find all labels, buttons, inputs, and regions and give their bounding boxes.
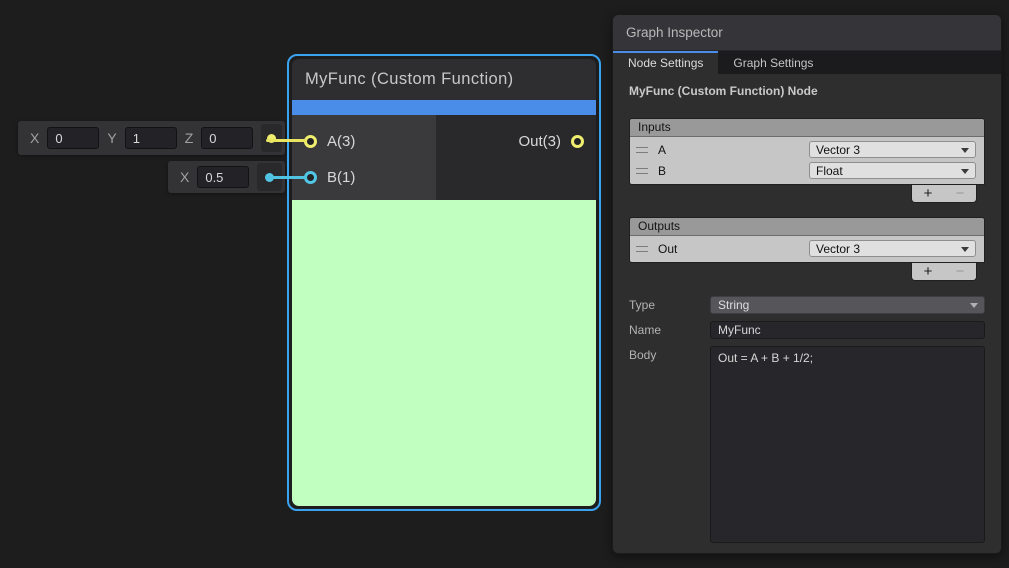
name-field[interactable] xyxy=(710,321,985,339)
body-field[interactable]: Out = A + B + 1/2; xyxy=(710,346,985,543)
custom-function-node[interactable]: MyFunc (Custom Function) A(3) B(1) xyxy=(287,54,601,511)
outputs-section: Outputs Out Vector 3 + xyxy=(629,217,985,281)
inspected-node-heading: MyFunc (Custom Function) Node xyxy=(629,84,985,98)
outputs-row-out[interactable]: Out Vector 3 xyxy=(630,238,984,259)
input-name: A xyxy=(658,143,666,157)
port-row-a: A(3) xyxy=(292,123,436,159)
x-axis-label: X xyxy=(30,130,39,146)
node-title-bar[interactable]: MyFunc (Custom Function) xyxy=(292,59,596,100)
remove-input-button[interactable]: − xyxy=(956,186,965,202)
input-port-a-label: A(3) xyxy=(327,133,355,150)
input-a-type-dropdown[interactable]: Vector 3 xyxy=(809,141,976,158)
type-row: Type String xyxy=(629,296,985,314)
edge-float-to-b[interactable] xyxy=(266,176,307,179)
drag-handle-icon[interactable] xyxy=(636,147,648,153)
function-properties: Type String Name Body Out = A + B + 1/2; xyxy=(629,296,985,543)
float-x-field[interactable] xyxy=(197,166,249,188)
tab-node-settings-label: Node Settings xyxy=(628,56,703,70)
body-label: Body xyxy=(629,346,710,543)
outputs-list-body: Out Vector 3 xyxy=(630,236,984,262)
inspector-tabs: Node Settings Graph Settings xyxy=(613,51,1001,74)
port-row-out: Out(3) xyxy=(436,123,596,159)
drag-handle-icon[interactable] xyxy=(636,168,648,174)
node-preview xyxy=(292,200,596,506)
body-row: Body Out = A + B + 1/2; xyxy=(629,346,985,543)
output-port-out-icon[interactable] xyxy=(571,135,584,148)
vector3-z-field[interactable] xyxy=(201,127,253,149)
input-b-type-value: Float xyxy=(816,164,843,178)
inputs-list-body: A Vector 3 B Float xyxy=(630,137,984,184)
name-label: Name xyxy=(629,321,710,339)
shader-graph-canvas[interactable]: X Y Z X MyFunc (Custom Function) xyxy=(0,0,1009,568)
remove-output-button[interactable]: − xyxy=(956,264,965,280)
inputs-row-b[interactable]: B Float xyxy=(630,160,984,181)
inputs-list-header: Inputs xyxy=(630,119,984,137)
add-output-button[interactable]: + xyxy=(924,264,933,280)
vector3-output-port[interactable] xyxy=(261,124,282,152)
inputs-list: Inputs A Vector 3 B xyxy=(629,118,985,185)
x-axis-label: X xyxy=(180,169,189,185)
type-value: String xyxy=(718,298,749,312)
output-ports: Out(3) xyxy=(436,115,596,200)
type-dropdown[interactable]: String xyxy=(710,296,985,314)
node-accent-bar xyxy=(292,100,596,115)
input-ports: A(3) B(1) xyxy=(292,115,436,200)
vector3-y-field[interactable] xyxy=(125,127,177,149)
type-label: Type xyxy=(629,296,710,314)
tab-graph-settings[interactable]: Graph Settings xyxy=(718,51,828,74)
chevron-down-icon xyxy=(961,247,969,252)
output-port-out-label: Out(3) xyxy=(518,133,561,150)
input-name: B xyxy=(658,164,666,178)
inputs-row-a[interactable]: A Vector 3 xyxy=(630,139,984,160)
output-out-type-dropdown[interactable]: Vector 3 xyxy=(809,240,976,257)
edge-vector3-to-a[interactable] xyxy=(266,139,307,142)
node-ports: A(3) B(1) Out(3) xyxy=(292,115,596,200)
input-a-type-value: Vector 3 xyxy=(816,143,860,157)
input-b-type-dropdown[interactable]: Float xyxy=(809,162,976,179)
graph-inspector-title-bar[interactable]: Graph Inspector xyxy=(613,15,1001,51)
tab-graph-settings-label: Graph Settings xyxy=(733,56,813,70)
inputs-section: Inputs A Vector 3 B xyxy=(629,118,985,203)
port-row-b: B(1) xyxy=(292,159,436,195)
output-out-type-value: Vector 3 xyxy=(816,242,860,256)
add-input-button[interactable]: + xyxy=(924,186,933,202)
name-row: Name xyxy=(629,321,985,339)
graph-inspector-title: Graph Inspector xyxy=(626,25,723,40)
vector3-x-field[interactable] xyxy=(47,127,99,149)
tab-node-settings[interactable]: Node Settings xyxy=(613,51,718,74)
input-port-b-label: B(1) xyxy=(327,169,355,186)
graph-inspector-panel: Graph Inspector Node Settings Graph Sett… xyxy=(612,14,1002,554)
z-axis-label: Z xyxy=(185,130,194,146)
node-title: MyFunc (Custom Function) xyxy=(305,70,514,89)
y-axis-label: Y xyxy=(107,130,116,146)
custom-function-node-body: MyFunc (Custom Function) A(3) B(1) xyxy=(292,59,596,506)
chevron-down-icon xyxy=(961,148,969,153)
outputs-list-footer: + − xyxy=(911,263,977,281)
inputs-list-footer: + − xyxy=(911,185,977,203)
chevron-down-icon xyxy=(970,303,978,308)
vector3-input-node[interactable]: X Y Z xyxy=(18,121,285,155)
drag-handle-icon[interactable] xyxy=(636,246,648,252)
outputs-list: Outputs Out Vector 3 xyxy=(629,217,985,263)
chevron-down-icon xyxy=(961,169,969,174)
output-name: Out xyxy=(658,242,677,256)
outputs-list-header: Outputs xyxy=(630,218,984,236)
inspector-content: MyFunc (Custom Function) Node Inputs A V… xyxy=(613,84,1001,543)
